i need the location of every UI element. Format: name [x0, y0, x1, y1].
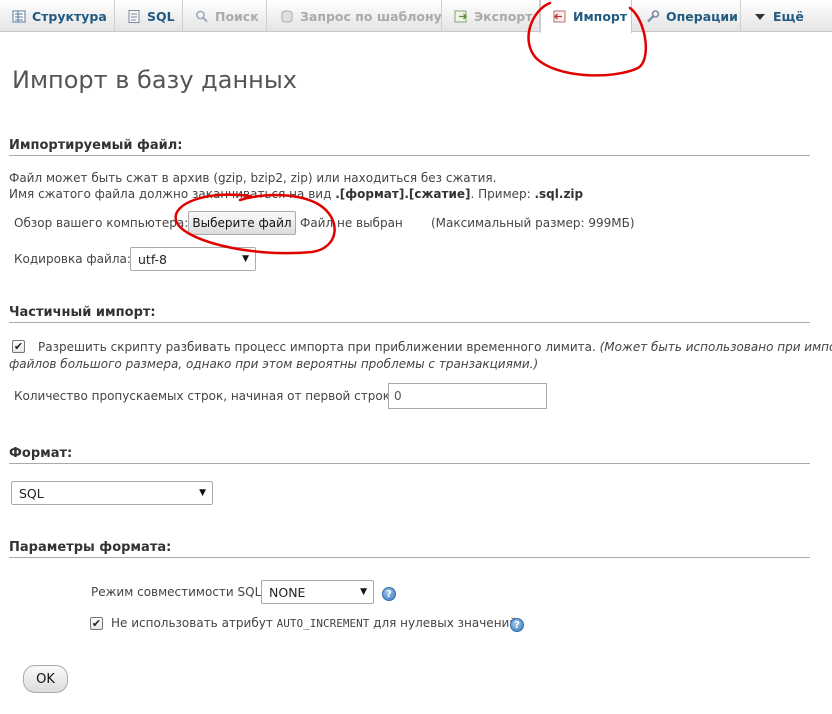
tab-structure[interactable]: Структура — [0, 0, 115, 32]
max-size-text: (Максимальный размер: 999МБ) — [431, 216, 635, 230]
sql-icon — [127, 9, 141, 23]
tab-more[interactable]: Ещё — [741, 0, 832, 32]
tab-label: Запрос по шаблону — [300, 8, 442, 24]
no-auto-suffix: для нулевых значений — [369, 616, 518, 630]
choose-file-button[interactable]: Выберите файл — [188, 211, 296, 235]
skip-rows-input[interactable]: 0 — [388, 383, 547, 409]
wrench-icon — [646, 9, 660, 23]
format-section-title: Формат: — [9, 446, 810, 464]
tab-query[interactable]: Запрос по шаблону — [267, 0, 442, 32]
tab-export[interactable]: Экспорт — [442, 0, 540, 32]
tab-label: Операции — [666, 8, 738, 24]
allow-interrupt-checkbox[interactable]: ✔ — [12, 340, 25, 353]
tab-label: Поиск — [215, 8, 259, 24]
dropdown-arrow-icon: ▼ — [242, 254, 249, 264]
tab-label: Экспорт — [474, 8, 533, 24]
charset-value: utf-8 — [138, 251, 168, 267]
allow-interrupt-note-line2: файлов большого размера, однако при этом… — [9, 357, 539, 371]
tab-sql[interactable]: SQL — [115, 0, 183, 32]
allow-interrupt-note: (Может быть использовано при импорте — [599, 340, 832, 354]
format-select[interactable]: SQL ▼ — [11, 481, 213, 505]
charset-select[interactable]: utf-8 ▼ — [130, 247, 256, 271]
tab-import[interactable]: Импорт — [540, 0, 632, 33]
file-info-prefix: Имя сжатого файла должно заканчиваться н… — [9, 187, 336, 201]
no-auto-code: AUTO_INCREMENT — [276, 617, 370, 630]
query-icon — [280, 10, 294, 23]
dropdown-arrow-icon: ▼ — [360, 587, 367, 597]
file-info-example: .sql.zip — [534, 187, 584, 201]
no-auto-prefix: Не использовать атрибут — [111, 616, 277, 630]
allow-interrupt-line1: Разрешить скрипту разбивать процесс импо… — [38, 340, 832, 354]
skip-rows-label: Количество пропускаемых строк, начиная о… — [14, 389, 402, 403]
ok-button[interactable]: OK — [23, 665, 68, 693]
file-info-mid: . Пример: — [470, 187, 535, 201]
page-title: Импорт в базу данных — [12, 66, 297, 94]
tab-label: Импорт — [573, 9, 628, 24]
tab-operations[interactable]: Операции — [632, 0, 741, 32]
allow-interrupt-label: Разрешить скрипту разбивать процесс импо… — [38, 340, 596, 354]
no-auto-increment-label: Не использовать атрибут AUTO_INCREMENT д… — [111, 616, 517, 630]
compat-select[interactable]: NONE ▼ — [261, 580, 374, 604]
tab-label: Структура — [32, 8, 107, 24]
file-info-format: .[формат].[сжатие] — [335, 187, 471, 201]
chevron-down-icon — [753, 10, 767, 23]
search-icon — [195, 10, 209, 23]
browse-label: Обзор вашего компьютера: — [14, 216, 189, 230]
file-info-line2: Имя сжатого файла должно заканчиваться н… — [9, 187, 583, 201]
no-auto-increment-checkbox[interactable]: ✔ — [90, 617, 103, 630]
tab-bar: Структура SQL Поиск Запрос по шаблону Эк… — [0, 0, 832, 33]
partial-section-title: Частичный импорт: — [9, 305, 810, 323]
export-icon — [454, 10, 468, 23]
tab-search[interactable]: Поиск — [183, 0, 267, 32]
charset-label: Кодировка файла: — [14, 252, 131, 266]
file-section-title: Импортируемый файл: — [9, 138, 810, 156]
help-icon[interactable]: ? — [382, 587, 396, 601]
import-icon — [553, 10, 567, 23]
compat-label: Режим совместимости SQL: — [91, 585, 266, 599]
help-icon[interactable]: ? — [510, 618, 524, 632]
file-info-line1: Файл может быть сжат в архив (gzip, bzip… — [9, 171, 497, 185]
format-value: SQL — [19, 485, 44, 501]
tab-label: SQL — [147, 8, 175, 24]
dropdown-arrow-icon: ▼ — [199, 488, 206, 498]
no-file-text: Файл не выбран — [300, 216, 403, 230]
structure-icon — [12, 10, 26, 23]
compat-value: NONE — [269, 584, 306, 600]
tab-label: Ещё — [773, 8, 804, 24]
options-section-title: Параметры формата: — [9, 540, 810, 558]
